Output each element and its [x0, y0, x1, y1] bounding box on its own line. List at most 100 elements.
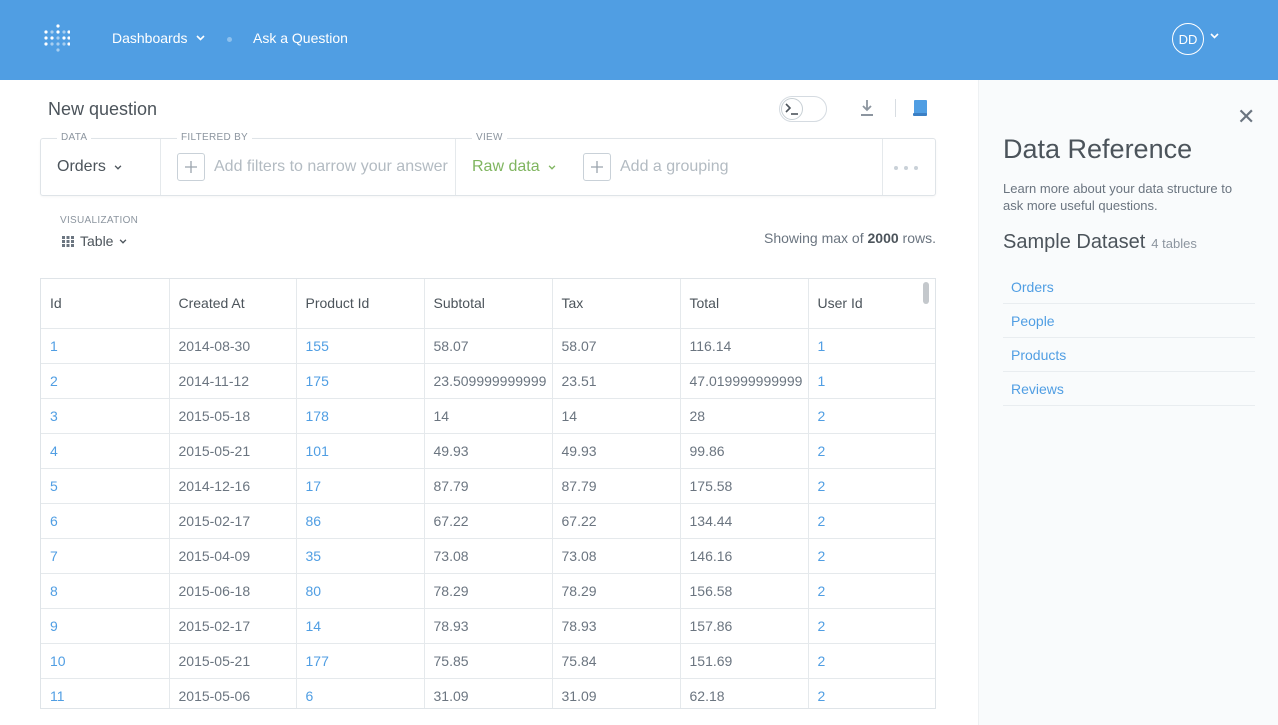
table-cell[interactable]: 9: [41, 608, 170, 644]
chevron-down-icon[interactable]: [1210, 33, 1219, 39]
table-cell[interactable]: 11: [41, 678, 170, 708]
visualization-select[interactable]: Table: [62, 233, 127, 249]
table-row: 2 2014-11-12 175 23.509999999999 23.51 47.019…: [41, 363, 935, 399]
reference-book-icon[interactable]: [912, 99, 928, 117]
table-cell[interactable]: 178: [296, 398, 425, 434]
table-cell[interactable]: 2: [808, 573, 935, 609]
table-cell: 146.16: [680, 538, 809, 574]
table-cell: 2015-05-21: [169, 433, 297, 469]
dataset-table-count: 4 tables: [1151, 236, 1197, 251]
table-cell[interactable]: 2: [808, 468, 935, 504]
view-select[interactable]: Raw data: [472, 158, 556, 176]
table-cell: 47.019999999999: [680, 363, 809, 399]
table-cell: 67.22: [424, 503, 553, 539]
dataset-heading[interactable]: Sample Dataset 4 tables: [1003, 231, 1197, 254]
row-count-note: Showing max of 2000 rows.: [764, 230, 936, 246]
table-scrollbar[interactable]: [923, 282, 929, 304]
side-table-link[interactable]: Reviews: [1003, 372, 1255, 406]
table-cell[interactable]: 80: [296, 573, 425, 609]
table-cell[interactable]: 2: [808, 678, 935, 708]
data-section-label: DATA: [57, 132, 92, 143]
table-cell: 156.58: [680, 573, 809, 609]
table-header-row: Id Created At Product Id Subtotal Tax Total Us…: [41, 279, 935, 329]
table-cell[interactable]: 2: [808, 433, 935, 469]
row-count-suffix: rows.: [902, 230, 936, 246]
table-cell[interactable]: 1: [808, 363, 935, 399]
table-cell[interactable]: 101: [296, 433, 425, 469]
table-cell[interactable]: 6: [41, 503, 170, 539]
table-cell[interactable]: 3: [41, 398, 170, 434]
table-cell[interactable]: 2: [808, 608, 935, 644]
table-cell: 2015-04-09: [169, 538, 297, 574]
table-cell: 2014-11-12: [169, 363, 297, 399]
table-cell: 14: [424, 398, 553, 434]
chevron-down-icon: [114, 164, 122, 170]
metabase-logo-icon[interactable]: [42, 24, 70, 52]
table-cell[interactable]: 6: [296, 678, 425, 708]
section-divider: [160, 139, 161, 195]
table-cell: 151.69: [680, 643, 809, 679]
dashboards-menu[interactable]: Dashboards: [112, 30, 205, 46]
table-cell: 134.44: [680, 503, 809, 539]
add-filter-button[interactable]: Add filters to narrow your answer: [177, 153, 448, 181]
table-cell[interactable]: 2: [808, 538, 935, 574]
column-header[interactable]: Total: [680, 279, 809, 329]
table-cell[interactable]: 5: [41, 468, 170, 504]
filter-placeholder: Add filters to narrow your answer: [214, 158, 448, 175]
table-cell[interactable]: 8: [41, 573, 170, 609]
table-row: 5 2014-12-16 17 87.79 87.79 175.58 2: [41, 468, 935, 504]
ask-question-link[interactable]: Ask a Question: [253, 30, 348, 46]
data-source-select[interactable]: Orders: [57, 158, 122, 176]
column-header[interactable]: Id: [41, 279, 170, 329]
table-cell[interactable]: 1: [41, 328, 170, 364]
side-table-link[interactable]: Products: [1003, 338, 1255, 372]
table-cell: 2014-12-16: [169, 468, 297, 504]
visualization-value: Table: [80, 233, 114, 249]
table-cell[interactable]: 177: [296, 643, 425, 679]
avatar[interactable]: DD: [1172, 23, 1204, 55]
table-cell[interactable]: 2: [41, 363, 170, 399]
column-header[interactable]: Product Id: [296, 279, 425, 329]
table-cell[interactable]: 10: [41, 643, 170, 679]
table-cell[interactable]: 2: [808, 398, 935, 434]
column-header[interactable]: Subtotal: [424, 279, 553, 329]
table-cell[interactable]: 155: [296, 328, 425, 364]
table-cell: 73.08: [552, 538, 681, 574]
column-header[interactable]: Tax: [552, 279, 681, 329]
table-cell: 78.29: [552, 573, 681, 609]
close-icon[interactable]: ✕: [1237, 104, 1255, 130]
table-cell[interactable]: 175: [296, 363, 425, 399]
table-cell: 2015-05-18: [169, 398, 297, 434]
table-cell: 2015-06-18: [169, 573, 297, 609]
table-cell: 99.86: [680, 433, 809, 469]
table-cell: 175.58: [680, 468, 809, 504]
question-title[interactable]: New question: [48, 99, 157, 120]
table-row: 4 2015-05-21 101 49.93 49.93 99.86 2: [41, 433, 935, 469]
add-grouping-button[interactable]: Add a grouping: [583, 153, 729, 181]
more-options-button[interactable]: [894, 166, 918, 170]
table-cell: 23.51: [552, 363, 681, 399]
table-cell[interactable]: 17: [296, 468, 425, 504]
table-cell[interactable]: 14: [296, 608, 425, 644]
column-header[interactable]: Created At: [169, 279, 297, 329]
panel-title: Data Reference: [1003, 134, 1193, 164]
table-cell: 116.14: [680, 328, 809, 364]
column-header[interactable]: User Id: [808, 279, 935, 329]
table-cell: 87.79: [424, 468, 553, 504]
table-cell[interactable]: 4: [41, 433, 170, 469]
table-row: 3 2015-05-18 178 14 14 28 2: [41, 398, 935, 434]
table-cell[interactable]: 2: [808, 643, 935, 679]
side-table-link[interactable]: People: [1003, 304, 1255, 338]
native-query-toggle[interactable]: [779, 96, 827, 122]
top-nav: Dashboards Ask a Question DD: [0, 0, 1278, 80]
table-cell[interactable]: 1: [808, 328, 935, 364]
table-cell[interactable]: 2: [808, 503, 935, 539]
download-icon[interactable]: [858, 99, 876, 117]
table-grid-icon: [62, 235, 74, 247]
table-cell[interactable]: 86: [296, 503, 425, 539]
table-row: 1 2014-08-30 155 58.07 58.07 116.14 1: [41, 328, 935, 364]
table-cell: 49.93: [424, 433, 553, 469]
side-table-link[interactable]: Orders: [1003, 270, 1255, 304]
table-cell[interactable]: 35: [296, 538, 425, 574]
table-cell[interactable]: 7: [41, 538, 170, 574]
